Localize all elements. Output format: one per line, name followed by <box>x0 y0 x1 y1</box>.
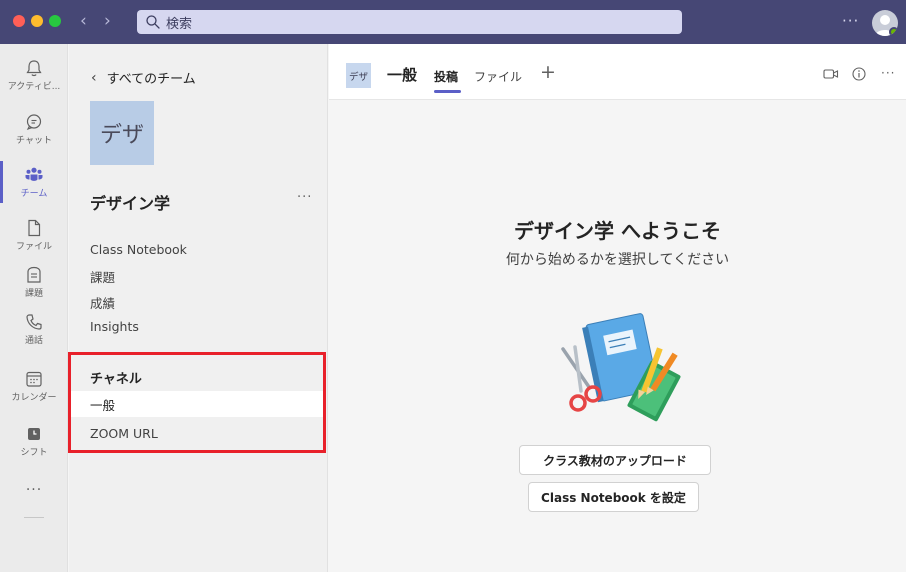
maximize-window-button[interactable] <box>49 15 61 27</box>
team-link-class-notebook[interactable]: Class Notebook <box>90 242 187 257</box>
channel-team-avatar: デザ <box>346 63 371 88</box>
app-label: シフト <box>20 448 48 458</box>
app-assignments[interactable]: 課題 <box>0 265 68 299</box>
presence-badge <box>889 27 898 36</box>
app-activity[interactable]: アクティビ... <box>0 58 68 92</box>
minimize-window-button[interactable] <box>31 15 43 27</box>
tab-files[interactable]: ファイル <box>474 68 522 85</box>
phone-icon <box>26 314 42 330</box>
search-input[interactable]: 検索 <box>137 10 682 34</box>
channel-label: ZOOM URL <box>90 425 158 441</box>
channel-item-zoom-url[interactable]: ZOOM URL <box>69 420 324 446</box>
channel-header: デザ 一般 投稿 ファイル + ··· <box>329 44 906 100</box>
search-icon <box>146 15 160 29</box>
forward-arrow-icon[interactable]: › <box>104 11 111 31</box>
app-label: 通話 <box>24 336 43 346</box>
all-teams-link[interactable]: ‹ すべてのチーム <box>91 68 196 88</box>
tab-posts[interactable]: 投稿 <box>434 68 462 93</box>
channels-header: チャネル <box>90 372 142 387</box>
app-label: 課題 <box>24 289 43 299</box>
welcome-subtitle: 何から始めるかを選択してください <box>505 252 730 268</box>
welcome-title: デザイン学 へようこそ <box>514 219 721 243</box>
team-link-grades[interactable]: 成績 <box>90 293 115 312</box>
more-options-icon[interactable]: ··· <box>842 12 859 30</box>
app-label: ファイル <box>15 242 52 252</box>
search-placeholder: 検索 <box>166 16 193 32</box>
team-avatar: デザ <box>90 101 154 165</box>
divider <box>24 517 44 518</box>
app-label: チーム <box>20 189 48 199</box>
app-calls[interactable]: 通話 <box>0 312 68 346</box>
all-teams-label: すべてのチーム <box>106 72 196 87</box>
team-link-assignments[interactable]: 課題 <box>90 267 115 286</box>
close-window-button[interactable] <box>13 15 25 27</box>
channel-content: デザイン学 へようこそ 何から始めるかを選択してください クラス教材のアップロー… <box>329 101 906 572</box>
app-teams[interactable]: チーム <box>0 161 68 203</box>
more-apps-icon[interactable]: ··· <box>0 482 68 498</box>
teams-icon <box>25 167 43 181</box>
team-more-options-icon[interactable]: ··· <box>297 190 312 205</box>
setup-class-notebook-button[interactable]: Class Notebook を設定 <box>528 482 699 512</box>
add-tab-icon[interactable]: + <box>540 61 556 83</box>
channel-title: 一般 <box>387 66 418 84</box>
channel-more-options-icon[interactable]: ··· <box>881 66 895 80</box>
channel-item-general[interactable]: 一般 <box>69 391 324 417</box>
user-avatar[interactable] <box>872 10 898 36</box>
team-panel: ‹ すべてのチーム デザ デザイン学 ··· Class Notebook 課題… <box>69 44 328 572</box>
app-label: チャット <box>16 136 52 146</box>
app-calendar[interactable]: カレンダー <box>0 369 68 403</box>
back-arrow-icon[interactable]: ‹ <box>80 11 87 31</box>
bell-icon <box>26 60 42 77</box>
app-files[interactable]: ファイル <box>0 218 68 252</box>
title-bar: ‹ › 検索 ··· <box>0 0 906 44</box>
shifts-icon <box>28 428 40 440</box>
class-materials-illustration <box>561 313 681 422</box>
teams-window: ‹ › 検索 ··· アクティビ... チャット チーム ファイル 課題 通話 … <box>0 0 906 572</box>
file-icon <box>28 219 41 237</box>
video-icon[interactable] <box>823 68 839 80</box>
calendar-icon <box>26 371 42 387</box>
app-bar: アクティビ... チャット チーム ファイル 課題 通話 カレンダー シフト ·… <box>0 44 68 572</box>
app-chat[interactable]: チャット <box>0 112 68 146</box>
app-label: カレンダー <box>11 393 57 403</box>
channel-label: 一般 <box>90 397 116 413</box>
team-name: デザイン学 <box>90 194 171 213</box>
chat-icon <box>26 114 42 131</box>
upload-class-materials-button[interactable]: クラス教材のアップロード <box>519 445 711 475</box>
app-shifts[interactable]: シフト <box>0 424 68 458</box>
main-area: デザ 一般 投稿 ファイル + ··· デザイン学 へようこそ 何から始めるかを… <box>329 44 906 572</box>
info-icon[interactable] <box>852 67 866 81</box>
app-label: アクティビ... <box>7 82 61 92</box>
chevron-left-icon: ‹ <box>91 69 97 86</box>
assignments-icon <box>27 266 41 283</box>
team-link-insights[interactable]: Insights <box>90 319 139 334</box>
